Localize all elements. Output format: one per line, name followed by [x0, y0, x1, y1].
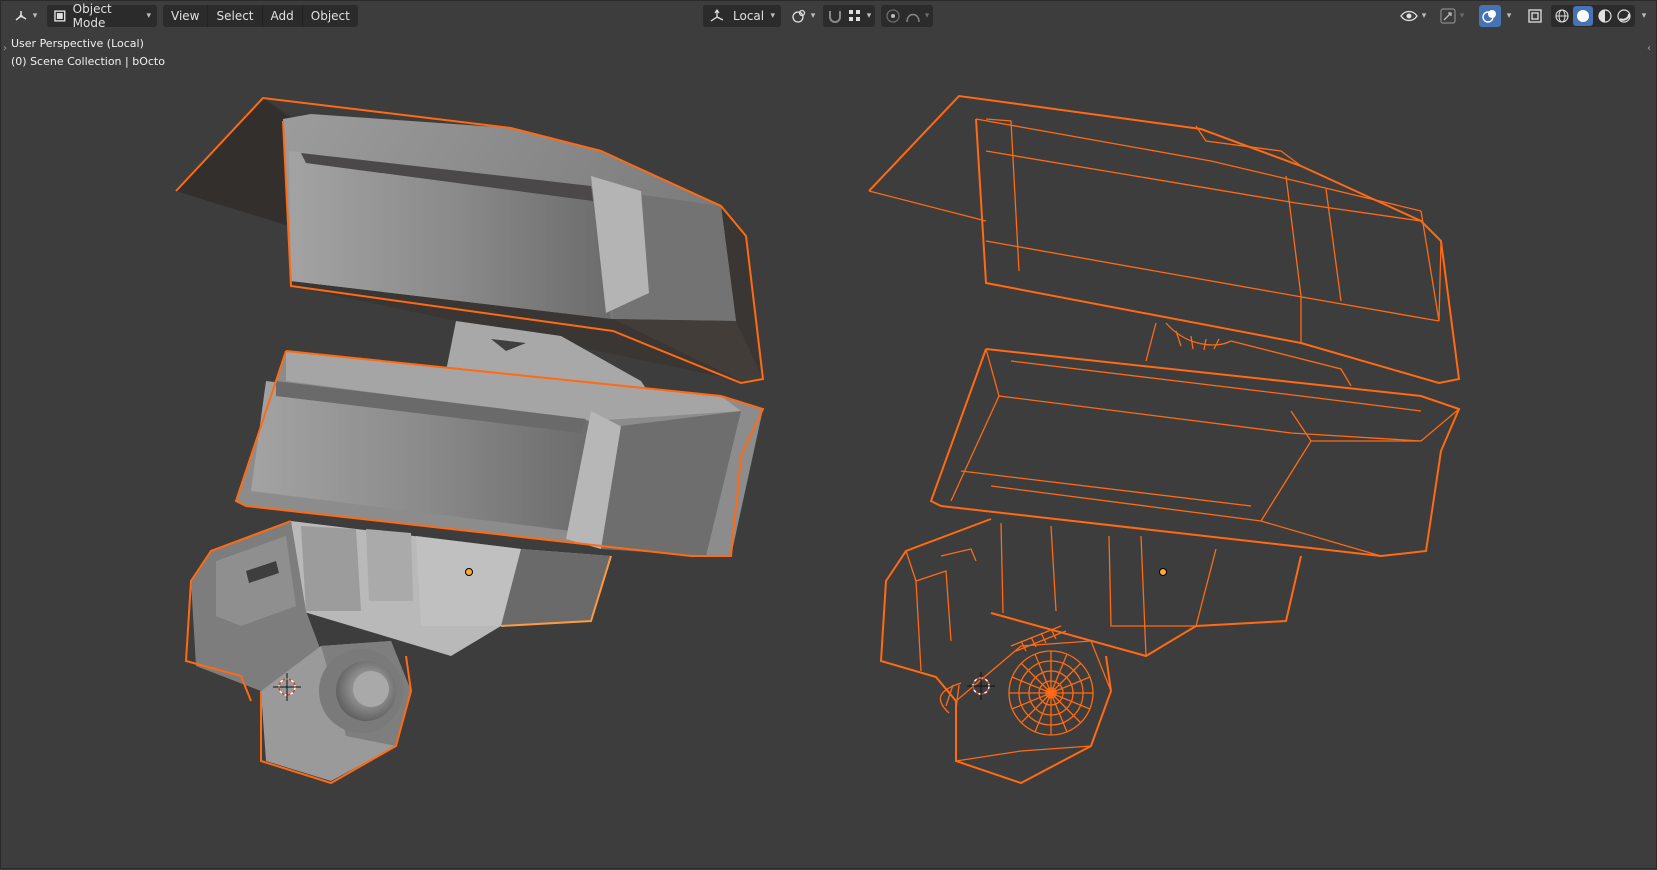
sidebar-expand-icon[interactable]: ‹ [1647, 43, 1651, 54]
solid-shading-icon [1577, 10, 1590, 22]
wire-bracket-edge-1 [905, 550, 952, 642]
wire-lower-edge-4 [1000, 522, 1004, 614]
snap-controls: ▾ [823, 5, 875, 27]
wire-top-edge-6 [1420, 210, 1442, 322]
wire-hex-edge-2 [955, 745, 1092, 762]
proportional-edit-controls: ▾ [881, 5, 933, 27]
wire-bracket-edge-2 [940, 548, 977, 562]
overlays-toggle[interactable] [1479, 5, 1501, 27]
chevron-down-icon: ▾ [810, 11, 816, 21]
material-shading-icon[interactable] [1597, 8, 1613, 24]
wire-mid-edge-3 [990, 485, 1382, 557]
menu-view[interactable]: View [163, 5, 207, 27]
wire-top-edge-7 [868, 190, 987, 222]
gizmo-icon [1440, 8, 1456, 24]
menu-object[interactable]: Object [301, 5, 358, 27]
wire-knob [1008, 650, 1094, 736]
magnet-icon[interactable] [827, 8, 843, 24]
wire-top-edge-5 [1325, 188, 1342, 302]
falloff-curve-icon[interactable] [905, 8, 921, 24]
viewport-scene[interactable] [1, 1, 1657, 870]
shading-dropdown[interactable]: ▾ [1637, 5, 1651, 27]
wire-model[interactable] [868, 94, 1461, 785]
wire-lower-edge-5 [1140, 535, 1147, 657]
wireframe-shading-icon[interactable] [1554, 8, 1570, 24]
transform-orientation-icon [710, 9, 724, 22]
solid-shading-active[interactable] [1573, 6, 1594, 26]
toolbar-expand-icon[interactable]: › [3, 43, 7, 54]
wire-lower-edge-1 [1108, 535, 1196, 627]
viewport-header: ▾ Object Mode ▾ View Select Add Object L… [1, 1, 1657, 31]
wire-neck [1145, 322, 1157, 362]
wire-mid-edge-4 [1260, 410, 1312, 522]
wire-lower-edge-3 [1050, 525, 1057, 612]
overlays-icon [1482, 10, 1496, 23]
chevron-down-icon: ▾ [924, 11, 930, 21]
3d-viewport[interactable]: ▾ Object Mode ▾ View Select Add Object L… [0, 0, 1657, 869]
solid-model[interactable] [175, 96, 765, 785]
xray-toggle[interactable] [1523, 5, 1547, 27]
wire-mid-edge-2 [950, 395, 1000, 502]
wire-top-block-outline [868, 94, 1461, 385]
wire-neck-2 [1230, 340, 1352, 387]
wire-top-edge-8 [985, 118, 1020, 272]
eye-icon [1399, 10, 1418, 22]
wire-lower-edge-2 [1195, 548, 1217, 627]
solid-knob-center [353, 671, 389, 707]
menu-select[interactable]: Select [207, 5, 261, 27]
wire-mid-block-outline [929, 348, 1461, 558]
chevron-down-icon: ▾ [866, 11, 872, 21]
solid-lower-column-2 [366, 529, 413, 601]
wire-top-edge-3 [985, 240, 1440, 322]
solid-lower-column [301, 526, 361, 611]
wire-3d-cursor[interactable] [967, 672, 995, 700]
menu-add[interactable]: Add [261, 5, 302, 27]
chevron-down-icon: ▾ [32, 11, 38, 21]
wire-mid-edge-6 [1010, 360, 1422, 412]
pivot-point-icon [792, 9, 805, 23]
snap-grid-icon[interactable] [847, 8, 863, 24]
pivot-point-button[interactable]: ▾ [787, 5, 819, 27]
orientation-label: Local [733, 9, 765, 23]
chevron-down-icon: ▾ [1421, 11, 1427, 21]
shading-mode-group [1551, 5, 1635, 27]
axes-icon [15, 11, 27, 21]
gizmo-button[interactable]: ▾ [1435, 5, 1469, 27]
wire-top-edge-2 [985, 150, 1422, 222]
solid-object-origin[interactable] [465, 568, 473, 576]
collection-label: (0) Scene Collection | bOcto [11, 55, 165, 68]
wire-hex-edge-1 [955, 640, 1112, 702]
visibility-button[interactable]: ▾ [1397, 5, 1429, 27]
solid-top-block-wedge [176, 98, 291, 226]
mode-label: Object Mode [72, 2, 112, 30]
wire-top-edge-1 [975, 118, 1422, 212]
wire-object-origin[interactable] [1159, 568, 1167, 576]
chevron-down-icon: ▾ [1506, 11, 1512, 21]
chevron-down-icon: ▾ [146, 11, 151, 21]
proportional-edit-icon[interactable] [885, 8, 901, 24]
mode-select[interactable]: Object Mode ▾ [47, 2, 157, 30]
chevron-down-icon: ▾ [1641, 11, 1647, 21]
wire-mid-edge-1 [985, 348, 1460, 442]
view-name-label: User Perspective (Local) [11, 37, 144, 50]
chevron-down-icon: ▾ [770, 11, 775, 21]
header-menus: View Select Add Object [163, 5, 358, 27]
cube-object-icon [54, 10, 66, 22]
xray-icon [1528, 9, 1542, 23]
wire-bracket-outline [879, 518, 992, 702]
transform-orientation-select[interactable]: Local ▾ [703, 5, 781, 27]
chevron-down-icon: ▾ [1459, 11, 1465, 21]
rendered-shading-icon[interactable] [1616, 8, 1632, 24]
overlays-dropdown[interactable]: ▾ [1501, 5, 1517, 27]
wire-bracket-edge-3 [915, 580, 922, 672]
editor-type-button[interactable]: ▾ [9, 5, 41, 27]
